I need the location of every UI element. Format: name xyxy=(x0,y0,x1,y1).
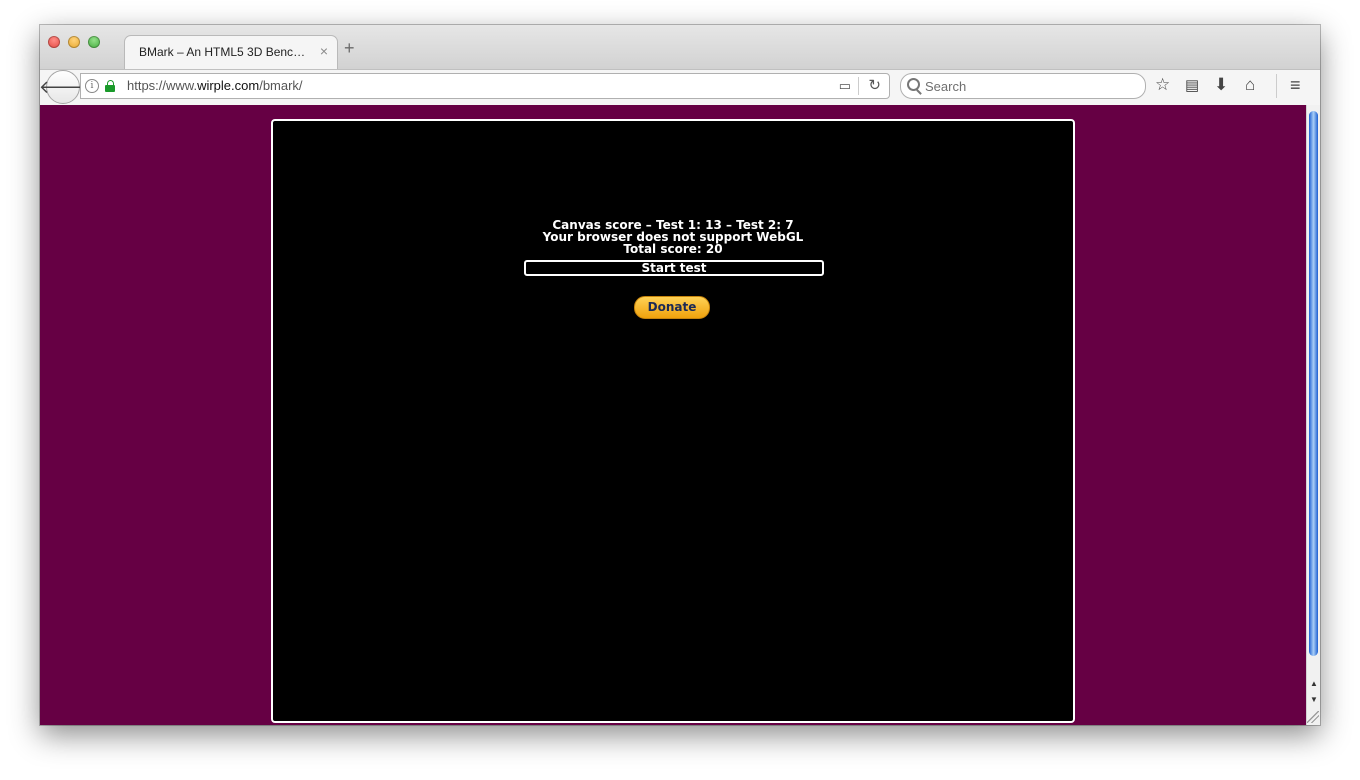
new-tab-button[interactable]: + xyxy=(344,38,355,59)
benchmark-canvas: Canvas score – Test 1: 13 – Test 2: 7 Yo… xyxy=(271,119,1075,723)
scroll-thumb[interactable] xyxy=(1309,111,1318,656)
reader-view-icon[interactable]: ▭ xyxy=(839,78,851,94)
search-placeholder: Search xyxy=(925,79,967,94)
info-icon[interactable]: i xyxy=(85,79,99,93)
toolbar-divider xyxy=(1276,74,1277,98)
minimize-window-button[interactable] xyxy=(68,36,80,48)
page-content: Canvas score – Test 1: 13 – Test 2: 7 Yo… xyxy=(40,105,1306,725)
browser-window: BMark – An HTML5 3D Bench... × + 🡐 i htt… xyxy=(40,25,1320,725)
scroll-up-icon[interactable]: ▲ xyxy=(1310,679,1318,688)
tab-close-icon[interactable]: × xyxy=(320,43,328,59)
resize-grip-icon[interactable] xyxy=(1307,711,1319,723)
search-input[interactable]: Search xyxy=(900,73,1146,99)
tab-bmark[interactable]: BMark – An HTML5 3D Bench... × xyxy=(124,35,338,70)
scroll-down-icon[interactable]: ▼ xyxy=(1310,695,1318,704)
navigation-toolbar: 🡐 i https://www.wirple.com/bmark/ ▭ ↻ Se… xyxy=(40,69,1320,106)
total-score-line: Total score: 20 xyxy=(623,242,723,256)
start-test-button[interactable]: Start test xyxy=(524,260,824,276)
maximize-window-button[interactable] xyxy=(88,36,100,48)
reading-list-icon[interactable]: ▤ xyxy=(1185,76,1199,94)
url-divider xyxy=(858,77,859,95)
lock-icon xyxy=(105,80,115,92)
bookmark-star-icon[interactable]: ☆ xyxy=(1155,75,1170,95)
url-bar[interactable]: i https://www.wirple.com/bmark/ ▭ ↻ xyxy=(80,73,890,99)
home-icon[interactable]: ⌂ xyxy=(1245,75,1255,95)
tab-title: BMark – An HTML5 3D Bench... xyxy=(139,45,309,59)
search-icon xyxy=(907,78,920,91)
donate-button[interactable]: Donate xyxy=(634,296,710,319)
title-bar: BMark – An HTML5 3D Bench... × + xyxy=(40,25,1320,70)
close-window-button[interactable] xyxy=(48,36,60,48)
vertical-scrollbar[interactable]: ▲ ▼ xyxy=(1306,105,1320,725)
score-readout: Canvas score – Test 1: 13 – Test 2: 7 Yo… xyxy=(273,219,1073,255)
reload-icon[interactable]: ↻ xyxy=(868,76,881,94)
url-text[interactable]: https://www.wirple.com/bmark/ xyxy=(127,78,303,93)
menu-icon[interactable]: ≡ xyxy=(1290,75,1301,96)
download-icon[interactable]: ⬇ xyxy=(1214,75,1228,95)
back-button[interactable]: 🡐 xyxy=(40,70,87,104)
